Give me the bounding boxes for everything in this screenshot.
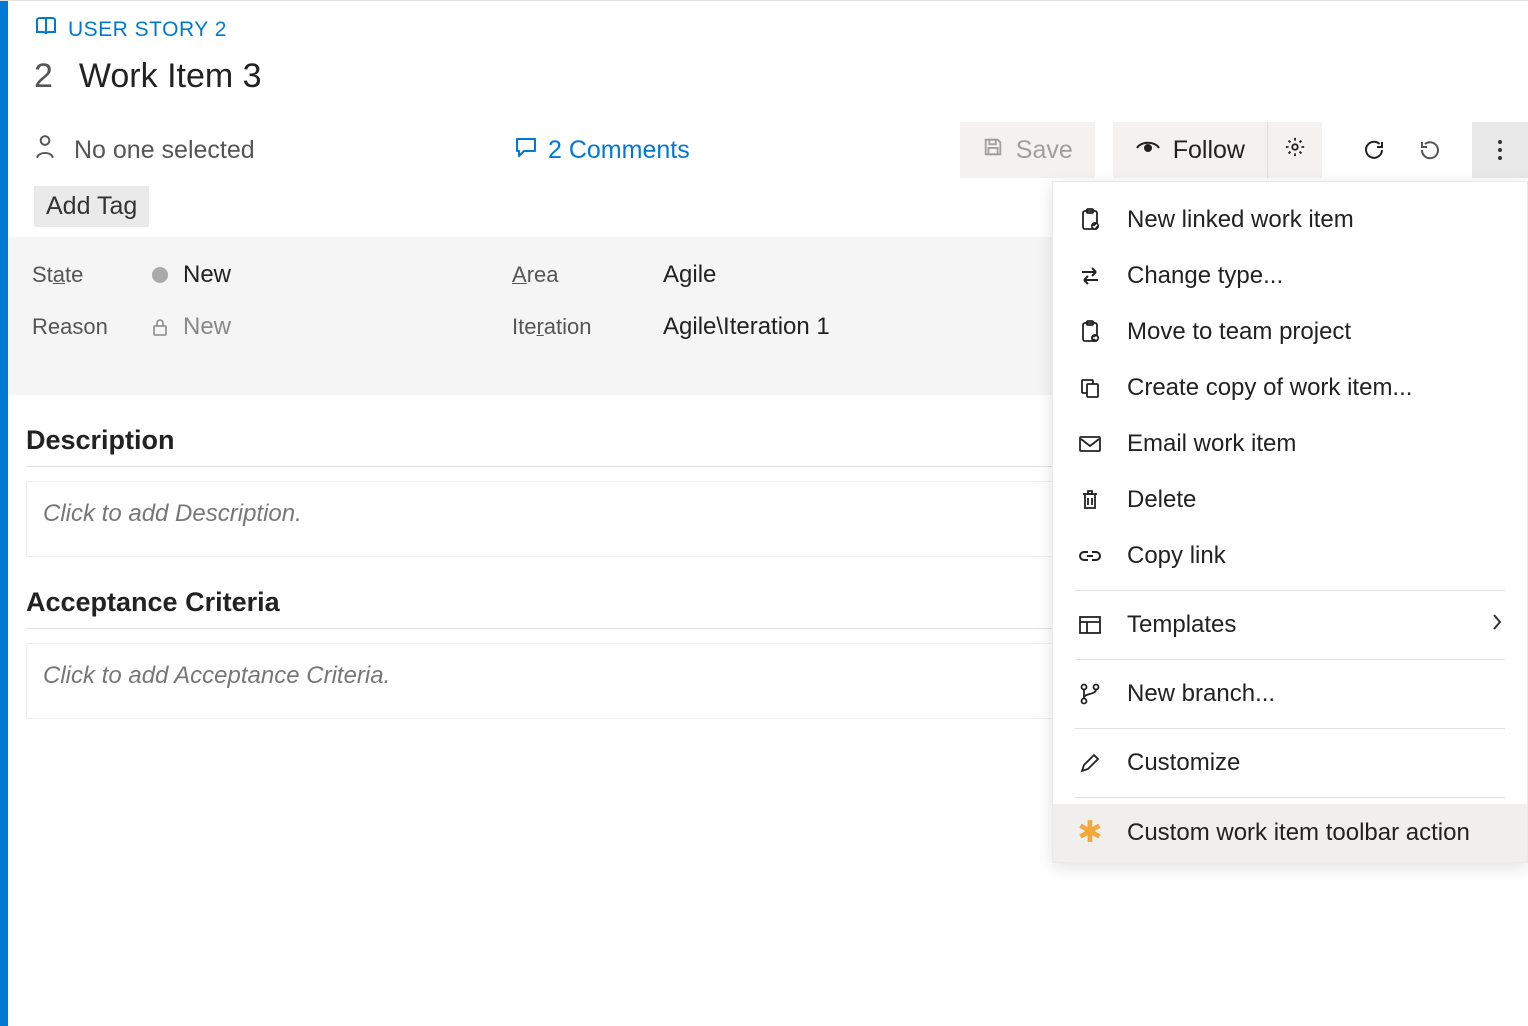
menu-label: Email work item bbox=[1127, 430, 1503, 458]
comment-icon bbox=[514, 136, 538, 165]
pencil-icon bbox=[1077, 752, 1103, 774]
accent-left-bar bbox=[0, 1, 8, 1026]
comments-link[interactable]: 2 Comments bbox=[514, 136, 774, 165]
save-label: Save bbox=[1016, 136, 1073, 165]
save-icon bbox=[982, 136, 1004, 165]
area-label: Area bbox=[512, 262, 617, 288]
state-dot-icon bbox=[152, 267, 168, 283]
add-tag-button[interactable]: Add Tag bbox=[34, 186, 149, 227]
branch-icon bbox=[1077, 682, 1103, 706]
menu-delete[interactable]: Delete bbox=[1053, 472, 1527, 528]
description-placeholder: Click to add Description. bbox=[43, 500, 302, 527]
assignee-label: No one selected bbox=[74, 136, 255, 165]
iteration-value: Agile\Iteration 1 bbox=[663, 313, 830, 341]
mail-icon bbox=[1077, 435, 1103, 453]
menu-change-type[interactable]: Change type... bbox=[1053, 248, 1527, 304]
menu-label: Move to team project bbox=[1127, 318, 1503, 346]
assignee-picker[interactable]: No one selected bbox=[34, 134, 514, 167]
state-label: State bbox=[32, 262, 137, 288]
state-value: New bbox=[183, 261, 231, 289]
person-icon bbox=[34, 134, 56, 167]
menu-label: Delete bbox=[1127, 486, 1503, 514]
clipboard-arrow-icon bbox=[1077, 320, 1103, 344]
menu-email-work-item[interactable]: Email work item bbox=[1053, 416, 1527, 472]
iteration-label: Iteration bbox=[512, 314, 617, 340]
menu-move-to-team-project[interactable]: Move to team project bbox=[1053, 304, 1527, 360]
book-icon bbox=[34, 15, 58, 45]
menu-copy-link[interactable]: Copy link bbox=[1053, 528, 1527, 584]
menu-label: Create copy of work item... bbox=[1127, 374, 1503, 402]
menu-create-copy[interactable]: Create copy of work item... bbox=[1053, 360, 1527, 416]
work-item-header: USER STORY 2 2 Work Item 3 bbox=[8, 1, 1528, 96]
menu-custom-toolbar-action[interactable]: ✱ Custom work item toolbar action bbox=[1053, 804, 1527, 862]
reason-label: Reason bbox=[32, 314, 137, 340]
work-item-title-row[interactable]: 2 Work Item 3 bbox=[34, 57, 1508, 96]
menu-label: Customize bbox=[1127, 749, 1503, 777]
reason-value: New bbox=[183, 313, 231, 341]
menu-label: Copy link bbox=[1127, 542, 1503, 570]
refresh-button[interactable] bbox=[1346, 122, 1402, 178]
trash-icon bbox=[1077, 489, 1103, 511]
more-actions-button[interactable] bbox=[1472, 122, 1528, 178]
copy-icon bbox=[1077, 377, 1103, 399]
work-item-type-label: USER STORY 2 bbox=[68, 18, 227, 42]
lock-icon bbox=[137, 317, 183, 337]
state-field[interactable]: State New bbox=[32, 261, 512, 289]
area-value: Agile bbox=[663, 261, 716, 289]
menu-divider bbox=[1075, 797, 1505, 798]
chevron-right-icon bbox=[1491, 611, 1503, 639]
acceptance-placeholder: Click to add Acceptance Criteria. bbox=[43, 662, 390, 689]
follow-settings-button[interactable] bbox=[1267, 122, 1322, 178]
menu-label: New branch... bbox=[1127, 680, 1503, 708]
menu-templates[interactable]: Templates bbox=[1053, 597, 1527, 653]
menu-divider bbox=[1075, 659, 1505, 660]
follow-label: Follow bbox=[1173, 136, 1245, 165]
work-item-title: Work Item 3 bbox=[79, 57, 262, 96]
menu-divider bbox=[1075, 590, 1505, 591]
work-item-id: 2 bbox=[34, 57, 53, 96]
more-actions-menu: New linked work item Change type... Move… bbox=[1052, 181, 1528, 863]
menu-label: Templates bbox=[1127, 611, 1467, 639]
follow-button[interactable]: Follow bbox=[1113, 122, 1267, 178]
menu-label: New linked work item bbox=[1127, 206, 1503, 234]
menu-new-linked-work-item[interactable]: New linked work item bbox=[1053, 192, 1527, 248]
asterisk-icon: ✱ bbox=[1077, 818, 1103, 848]
link-icon bbox=[1077, 549, 1103, 563]
menu-label: Custom work item toolbar action bbox=[1127, 819, 1503, 847]
comments-count: 2 Comments bbox=[548, 136, 690, 165]
watch-icon bbox=[1135, 136, 1161, 165]
menu-customize[interactable]: Customize bbox=[1053, 735, 1527, 791]
work-item-type-row: USER STORY 2 bbox=[34, 15, 1508, 45]
toolbar: No one selected 2 Comments Save bbox=[8, 122, 1528, 178]
revert-button[interactable] bbox=[1402, 122, 1458, 178]
reason-field[interactable]: Reason New bbox=[32, 313, 512, 341]
area-field[interactable]: Area Agile bbox=[512, 261, 912, 289]
gear-icon bbox=[1284, 136, 1306, 165]
iteration-field[interactable]: Iteration Agile\Iteration 1 bbox=[512, 313, 912, 341]
menu-new-branch[interactable]: New branch... bbox=[1053, 666, 1527, 722]
clipboard-check-icon bbox=[1077, 208, 1103, 232]
toolbar-actions: Save Follow bbox=[960, 122, 1528, 178]
menu-divider bbox=[1075, 728, 1505, 729]
save-button[interactable]: Save bbox=[960, 122, 1095, 178]
menu-label: Change type... bbox=[1127, 262, 1503, 290]
swap-icon bbox=[1077, 266, 1103, 286]
template-icon bbox=[1077, 615, 1103, 635]
